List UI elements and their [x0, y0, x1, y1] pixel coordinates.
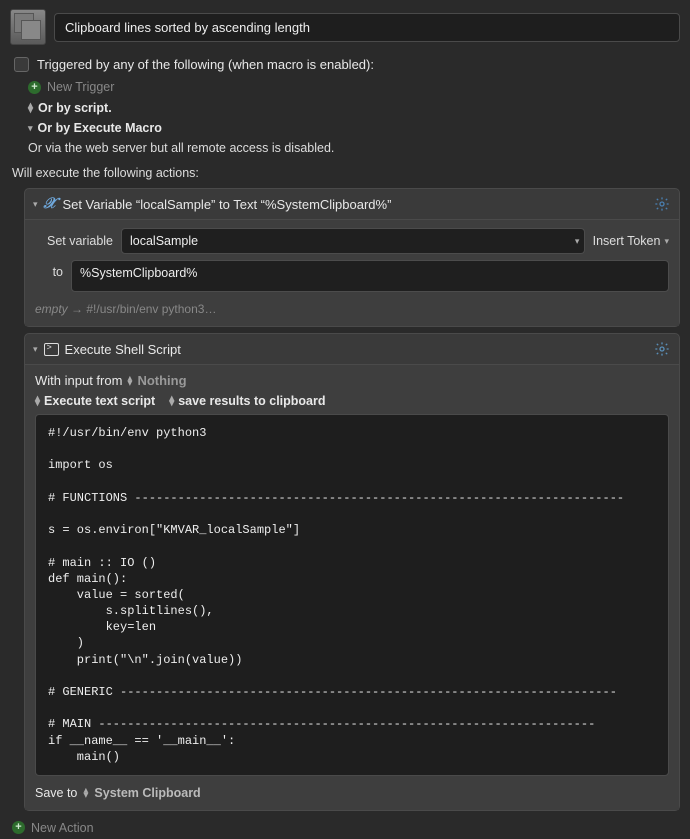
or-by-script-row[interactable]: ▴▾ Or by script. [0, 98, 690, 118]
new-trigger-label: New Trigger [47, 80, 114, 94]
gear-icon[interactable] [653, 195, 671, 213]
to-value-input[interactable]: %SystemClipboard% [71, 260, 669, 292]
terminal-icon [44, 343, 59, 356]
or-by-execute-label: Or by Execute Macro [38, 121, 162, 135]
or-by-script-label: Or by script. [38, 101, 112, 115]
save-to-value[interactable]: System Clipboard [94, 786, 200, 800]
with-input-value[interactable]: Nothing [137, 373, 186, 388]
chevron-down-icon[interactable]: ▾ [33, 344, 38, 355]
execute-mode-select[interactable]: ▴▾ Execute text script [35, 394, 155, 408]
insert-token-button[interactable]: Insert Token ▾ [593, 234, 669, 248]
action-set-variable: ▾ 𝒳 Set Variable “localSample” to Text “… [24, 188, 680, 327]
variable-icon: 𝒳 [44, 195, 57, 213]
variable-dropdown-caret[interactable]: ▾ [567, 228, 585, 254]
with-input-label: With input from [35, 373, 122, 388]
or-by-execute-row[interactable]: ▾ Or by Execute Macro [0, 118, 690, 138]
updown-icon[interactable]: ▴▾ [83, 788, 88, 798]
will-execute-label: Will execute the following actions: [0, 158, 690, 186]
gear-icon[interactable] [653, 340, 671, 358]
updown-icon[interactable]: ▴▾ [127, 376, 132, 386]
new-action-label: New Action [31, 821, 94, 835]
action-title: Set Variable “localSample” to Text “%Sys… [62, 197, 391, 212]
script-textarea[interactable]: #!/usr/bin/env python3 import os # FUNCT… [35, 414, 669, 776]
updown-icon: ▴▾ [35, 396, 40, 406]
app-icon [10, 9, 46, 45]
updown-icon: ▴▾ [28, 103, 33, 113]
to-label: to [35, 260, 63, 279]
chevron-down-icon[interactable]: ▾ [33, 199, 38, 210]
triggered-label: Triggered by any of the following (when … [37, 57, 374, 72]
or-web-server-label: Or via the web server but all remote acc… [0, 138, 690, 158]
variable-hint: empty → #!/usr/bin/env python3… [35, 298, 669, 316]
action-execute-shell: ▾ Execute Shell Script With input from ▴… [24, 333, 680, 811]
plus-icon: + [12, 821, 25, 834]
triggered-checkbox[interactable] [14, 57, 29, 72]
save-results-select[interactable]: ▴▾ save results to clipboard [169, 394, 325, 408]
variable-name-input[interactable] [121, 228, 571, 254]
action-title: Execute Shell Script [65, 342, 181, 357]
save-to-label: Save to [35, 786, 77, 800]
new-trigger-button[interactable]: + New Trigger [0, 76, 690, 98]
chevron-down-icon: ▾ [28, 123, 33, 134]
set-variable-label: Set variable [35, 234, 113, 248]
plus-icon: + [28, 81, 41, 94]
chevron-down-icon: ▾ [664, 236, 669, 247]
new-action-button[interactable]: + New Action [0, 817, 690, 839]
updown-icon: ▴▾ [169, 396, 174, 406]
macro-title-input[interactable] [54, 13, 680, 42]
